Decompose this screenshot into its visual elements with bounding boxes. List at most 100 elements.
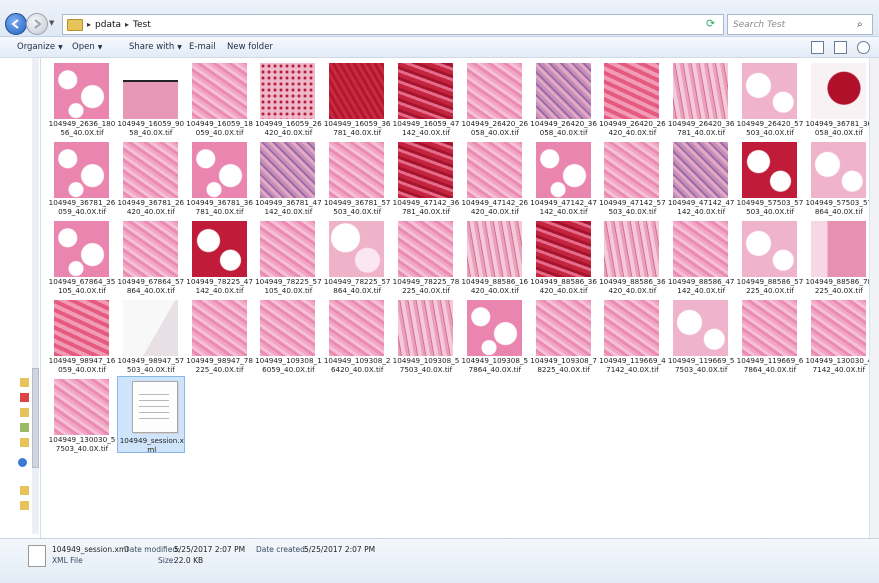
details-filename: 104949_session.xml bbox=[52, 545, 129, 554]
folder-icon[interactable] bbox=[20, 378, 29, 387]
image-file-item[interactable]: 104949_26420_36058_40.0X.tif bbox=[530, 60, 598, 137]
image-file-item[interactable]: 104949_36781_36781_40.0X.tif bbox=[186, 139, 254, 216]
folder-icon[interactable] bbox=[20, 438, 29, 447]
image-file-item[interactable]: 104949_2636_18056_40.0X.tif bbox=[48, 60, 116, 137]
image-file-item[interactable]: 104949_78225_57105_40.0X.tif bbox=[254, 218, 322, 295]
tissue-thumbnail bbox=[329, 63, 385, 119]
folder-icon[interactable] bbox=[20, 408, 29, 417]
image-file-item[interactable]: 104949_88586_78225_40.0X.tif bbox=[805, 218, 873, 295]
navigation-pane[interactable] bbox=[0, 58, 41, 538]
file-name: 104949_2636_18056_40.0X.tif bbox=[48, 119, 116, 137]
tissue-thumbnail bbox=[398, 221, 453, 277]
image-file-item[interactable]: 104949_109308_78225_40.0X.tif bbox=[530, 297, 598, 374]
image-file-item[interactable]: 104949_119669_67864_40.0X.tif bbox=[736, 297, 804, 374]
tissue-thumbnail bbox=[810, 300, 866, 356]
file-name: 104949_109308_16059_40.0X.tif bbox=[255, 356, 322, 374]
image-file-item[interactable]: 104949_78225_78225_40.0X.tif bbox=[392, 218, 460, 295]
file-name: 104949_78225_57864_40.0X.tif bbox=[323, 277, 391, 295]
image-file-item[interactable]: 104949_36781_47142_40.0X.tif bbox=[254, 139, 322, 216]
image-file-item[interactable]: 104949_16059_26420_40.0X.tif bbox=[254, 60, 322, 137]
recent-pages-dropdown[interactable]: ▼ bbox=[49, 19, 57, 27]
chevron-right-icon[interactable]: ▸ bbox=[125, 20, 129, 29]
document-line bbox=[138, 394, 169, 395]
share-with-menu[interactable]: Share with ▼ bbox=[129, 42, 182, 52]
image-file-item[interactable]: 104949_109308_26420_40.0X.tif bbox=[323, 297, 391, 374]
image-file-item[interactable]: 104949_57503_57864_40.0X.tif bbox=[805, 139, 873, 216]
image-file-item[interactable]: 104949_36781_26059_40.0X.tif bbox=[48, 139, 116, 216]
image-file-item[interactable]: 104949_109308_57503_40.0X.tif bbox=[392, 297, 460, 374]
image-file-item[interactable]: 104949_119669_47142_40.0X.tif bbox=[598, 297, 666, 374]
new-folder-button[interactable]: New folder bbox=[227, 42, 273, 52]
file-name: 104949_88586_57225_40.0X.tif bbox=[736, 277, 804, 295]
image-file-item[interactable]: 104949_36781_57503_40.0X.tif bbox=[323, 139, 391, 216]
change-view-icon[interactable] bbox=[811, 41, 824, 54]
chevron-right-icon[interactable]: ▸ bbox=[87, 20, 91, 29]
image-file-item[interactable]: 104949_36781_26420_40.0X.tif bbox=[117, 139, 185, 216]
favorites-icon[interactable] bbox=[20, 393, 29, 402]
scroll-thumb[interactable] bbox=[32, 368, 39, 468]
image-file-item[interactable]: 104949_130030_57503_40.0X.tif bbox=[48, 376, 116, 453]
image-file-item[interactable]: 104949_57503_57503_40.0X.tif bbox=[736, 139, 804, 216]
image-file-item[interactable]: 104949_119669_57503_40.0X.tif bbox=[667, 297, 735, 374]
image-file-item[interactable]: 104949_16059_36781_40.0X.tif bbox=[323, 60, 391, 137]
image-file-item[interactable]: 104949_36781_36058_40.0X.tif bbox=[805, 60, 873, 137]
file-name: 104949_119669_47142_40.0X.tif bbox=[599, 356, 666, 374]
image-file-item[interactable]: 104949_26420_36781_40.0X.tif bbox=[667, 60, 735, 137]
breadcrumb[interactable]: ▸ pdata ▸ Test bbox=[62, 14, 724, 35]
search-input[interactable]: Search Test ⌕ bbox=[727, 14, 873, 35]
image-file-item[interactable]: 104949_67864_35105_40.0X.tif bbox=[48, 218, 116, 295]
tissue-thumbnail bbox=[535, 63, 591, 119]
image-file-item[interactable]: 104949_130030_47142_40.0X.tif bbox=[805, 297, 873, 374]
image-file-item[interactable]: 104949_98947_57503_40.0X.tif bbox=[117, 297, 185, 374]
search-icon[interactable]: ⌕ bbox=[857, 19, 869, 31]
organize-menu[interactable]: Organize ▼ bbox=[17, 42, 63, 52]
tissue-thumbnail bbox=[191, 63, 247, 119]
folder-icon[interactable] bbox=[20, 501, 29, 510]
network-icon[interactable] bbox=[18, 458, 27, 467]
content-scrollbar[interactable] bbox=[869, 58, 879, 538]
tissue-thumbnail bbox=[810, 63, 866, 119]
details-filetype: XML File bbox=[52, 556, 83, 565]
forward-button[interactable] bbox=[26, 13, 48, 35]
nav-scrollbar[interactable] bbox=[32, 58, 39, 534]
image-file-item[interactable]: 104949_26420_26058_40.0X.tif bbox=[461, 60, 529, 137]
folder-icon[interactable] bbox=[20, 486, 29, 495]
help-icon[interactable] bbox=[857, 41, 870, 54]
image-file-item[interactable]: 104949_26420_57503_40.0X.tif bbox=[736, 60, 804, 137]
image-file-item[interactable]: 104949_16059_9058_40.0X.tif bbox=[117, 60, 185, 137]
breadcrumb-item[interactable]: pdata bbox=[95, 20, 121, 30]
refresh-icon[interactable]: ⟳ bbox=[706, 17, 718, 30]
image-file-item[interactable]: 104949_16059_18059_40.0X.tif bbox=[186, 60, 254, 137]
image-file-item[interactable]: 104949_88586_47142_40.0X.tif bbox=[667, 218, 735, 295]
image-file-item[interactable]: 104949_78225_47142_40.0X.tif bbox=[186, 218, 254, 295]
image-file-item[interactable]: 104949_78225_57864_40.0X.tif bbox=[323, 218, 391, 295]
image-file-item[interactable]: 104949_88586_36420_40.0X.tif bbox=[598, 218, 666, 295]
back-button[interactable] bbox=[5, 13, 27, 35]
image-file-item[interactable]: 104949_98947_16059_40.0X.tif bbox=[48, 297, 116, 374]
xml-file-item[interactable]: 104949_session.xml bbox=[116, 376, 185, 453]
image-file-item[interactable]: 104949_109308_57864_40.0X.tif bbox=[461, 297, 529, 374]
file-list[interactable]: 104949_2636_18056_40.0X.tif 104949_16059_… bbox=[48, 58, 872, 538]
image-file-item[interactable]: 104949_109308_16059_40.0X.tif bbox=[254, 297, 322, 374]
email-button[interactable]: E-mail bbox=[189, 42, 216, 52]
open-button[interactable]: Open ▼ bbox=[72, 42, 102, 52]
image-file-item[interactable]: 104949_47142_47142_40.0X.tif bbox=[667, 139, 735, 216]
image-file-item[interactable]: 104949_26420_26420_40.0X.tif bbox=[598, 60, 666, 137]
library-icon[interactable] bbox=[20, 423, 29, 432]
tissue-thumbnail bbox=[398, 300, 453, 356]
preview-pane-icon[interactable] bbox=[834, 41, 847, 54]
image-file-item[interactable]: 104949_47142_47142_40.0X.tif bbox=[530, 139, 598, 216]
image-file-item[interactable]: 104949_47142_26420_40.0X.tif bbox=[461, 139, 529, 216]
image-file-item[interactable]: 104949_47142_57503_40.0X.tif bbox=[598, 139, 666, 216]
file-name: 104949_26420_57503_40.0X.tif bbox=[736, 119, 804, 137]
image-file-item[interactable]: 104949_88586_57225_40.0X.tif bbox=[736, 218, 804, 295]
image-file-item[interactable]: 104949_88586_16420_40.0X.tif bbox=[461, 218, 529, 295]
image-file-item[interactable]: 104949_47142_36781_40.0X.tif bbox=[392, 139, 460, 216]
file-name: 104949_16059_36781_40.0X.tif bbox=[323, 119, 391, 137]
image-file-item[interactable]: 104949_67864_57864_40.0X.tif bbox=[117, 218, 185, 295]
image-file-item[interactable]: 104949_88586_36420_40.0X.tif bbox=[530, 218, 598, 295]
breadcrumb-item[interactable]: Test bbox=[133, 20, 151, 30]
address-bar: ▼ ▸ pdata ▸ Test ⟳ Search Test ⌕ bbox=[0, 0, 879, 37]
image-file-item[interactable]: 104949_16059_47142_40.0X.tif bbox=[392, 60, 460, 137]
image-file-item[interactable]: 104949_98947_78225_40.0X.tif bbox=[186, 297, 254, 374]
